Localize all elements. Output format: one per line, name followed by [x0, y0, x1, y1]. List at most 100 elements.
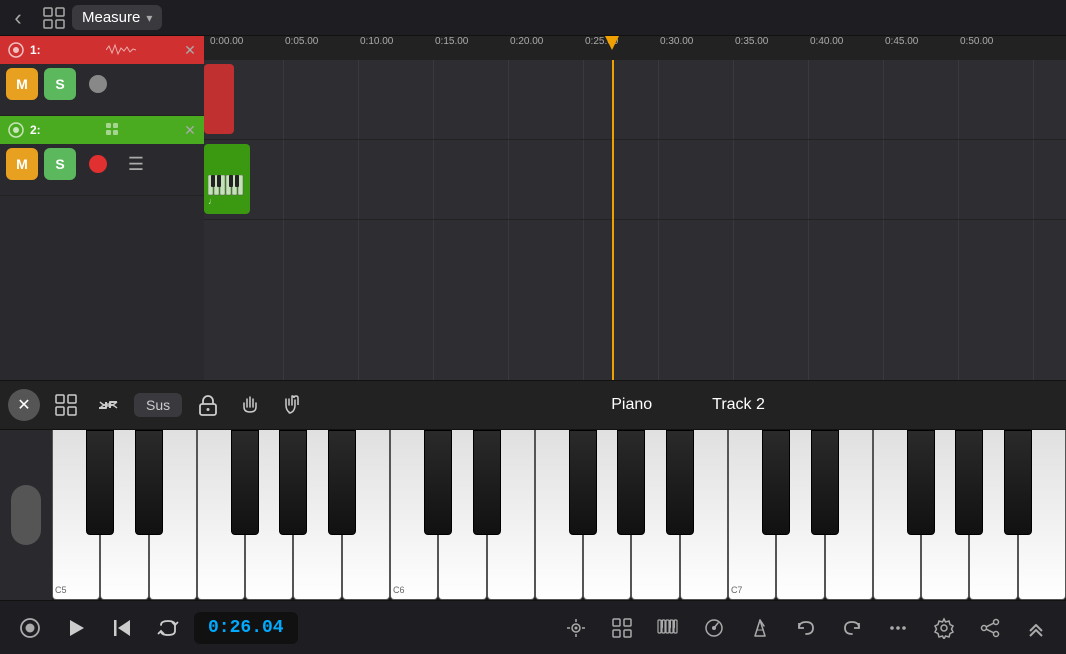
black-key[interactable]: [424, 430, 452, 535]
piano-area: C5C6C7: [0, 430, 1066, 600]
minimize-icon: [1025, 617, 1047, 639]
timeline-area[interactable]: 0:00.00 0:05.00 0:10.00 0:15.00 0:20.00 …: [204, 36, 1066, 380]
track1-segment[interactable]: [204, 64, 234, 134]
rewind-button[interactable]: [102, 608, 142, 648]
track2-solo-button[interactable]: S: [44, 148, 76, 180]
back-button[interactable]: ‹: [0, 0, 36, 36]
track2-close-button[interactable]: ✕: [182, 122, 198, 138]
share-button[interactable]: [970, 608, 1010, 648]
track1-waveform: [106, 43, 136, 57]
track1-record-button[interactable]: [82, 68, 114, 100]
grid-view-button[interactable]: [602, 608, 642, 648]
redo-button[interactable]: [832, 608, 872, 648]
piano-label: Piano: [611, 396, 652, 414]
settings-icon: [933, 617, 955, 639]
controller-close-button[interactable]: ✕: [8, 389, 40, 421]
key-label: C6: [393, 585, 405, 595]
controller-piano-grid-button[interactable]: [50, 389, 82, 421]
rewind-icon: [111, 617, 133, 639]
point-icon: [281, 394, 303, 416]
track-empty-area: [0, 196, 204, 380]
playhead[interactable]: [612, 60, 614, 380]
track1-record-dot: [89, 75, 107, 93]
time-display: 0:26.04: [194, 612, 298, 644]
track2-name: 2:: [30, 123, 98, 137]
record-icon: [19, 617, 41, 639]
timeline-track2-row: ♩: [204, 140, 1066, 220]
black-key[interactable]: [617, 430, 645, 535]
timeline-empty-area: [204, 220, 1066, 380]
loop-icon: [157, 617, 179, 639]
tuner-button[interactable]: [694, 608, 734, 648]
black-key[interactable]: [328, 430, 356, 535]
title-label: Measure: [82, 9, 140, 26]
black-key[interactable]: [86, 430, 114, 535]
track2-record-button[interactable]: [82, 148, 114, 180]
track2-list-button[interactable]: ☰: [120, 148, 152, 180]
grid-icon: [43, 7, 65, 29]
svg-text:♩: ♩: [208, 196, 217, 205]
ruler-mark-4: 0:20.00: [508, 36, 543, 47]
black-key[interactable]: [231, 430, 259, 535]
black-key[interactable]: [955, 430, 983, 535]
undo-button[interactable]: [786, 608, 826, 648]
controller-swap-button[interactable]: [92, 389, 124, 421]
black-key[interactable]: [1004, 430, 1032, 535]
ruler-mark-2: 0:10.00: [358, 36, 393, 47]
playhead-ruler-marker: [612, 36, 626, 50]
piano-keys[interactable]: C5C6C7: [52, 430, 1066, 600]
instrument-button[interactable]: [556, 608, 596, 648]
piano-view-button[interactable]: [648, 608, 688, 648]
track1-solo-button[interactable]: S: [44, 68, 76, 100]
track2-grid-icon: [106, 123, 120, 137]
play-button[interactable]: [56, 608, 96, 648]
hand-button[interactable]: [234, 389, 266, 421]
main-area: 1: ✕ M S: [0, 36, 1066, 380]
timeline-ruler: 0:00.00 0:05.00 0:10.00 0:15.00 0:20.00 …: [204, 36, 1066, 60]
key-label: C5: [55, 585, 67, 595]
track-row-1: 1: ✕ M S: [0, 36, 204, 116]
track2-segment[interactable]: ♩: [204, 144, 250, 214]
header: ‹ Measure ▾: [0, 0, 1066, 36]
ruler-mark-9: 0:45.00: [883, 36, 918, 47]
back-icon: ‹: [14, 5, 21, 31]
lock-button[interactable]: [192, 389, 224, 421]
track1-mute-button[interactable]: M: [6, 68, 38, 100]
ruler-mark-6: 0:30.00: [658, 36, 693, 47]
black-key[interactable]: [569, 430, 597, 535]
sus-label[interactable]: Sus: [134, 393, 182, 417]
tuner-icon: [703, 617, 725, 639]
undo-icon: [795, 617, 817, 639]
grid-view-icon: [611, 617, 633, 639]
black-key[interactable]: [279, 430, 307, 535]
close-icon: ✕: [17, 395, 30, 415]
grid-button[interactable]: [36, 0, 72, 36]
piano-scroll-handle[interactable]: [0, 430, 52, 600]
track2-header: 2: ✕: [0, 116, 204, 144]
metronome-button[interactable]: [740, 608, 780, 648]
settings-button[interactable]: [924, 608, 964, 648]
controller-bar: ✕ Sus: [0, 380, 1066, 430]
black-key[interactable]: [135, 430, 163, 535]
piano-view-icon: [657, 617, 679, 639]
loop-button[interactable]: [148, 608, 188, 648]
more-button[interactable]: [878, 608, 918, 648]
ruler-mark-8: 0:40.00: [808, 36, 843, 47]
track2-mute-button[interactable]: M: [6, 148, 38, 180]
black-key[interactable]: [473, 430, 501, 535]
controller-center: Piano Track 2: [318, 396, 1058, 414]
minimize-button[interactable]: [1016, 608, 1056, 648]
point-button[interactable]: [276, 389, 308, 421]
scroll-pill: [11, 485, 41, 545]
piano-segment-icon: ♩: [208, 175, 244, 210]
black-key[interactable]: [907, 430, 935, 535]
ruler-mark-10: 0:50.00: [958, 36, 993, 47]
black-key[interactable]: [811, 430, 839, 535]
record-button[interactable]: [10, 608, 50, 648]
black-key[interactable]: [666, 430, 694, 535]
track-list: 1: ✕ M S: [0, 36, 204, 380]
swap-icon: [97, 394, 119, 416]
track1-close-button[interactable]: ✕: [182, 42, 198, 58]
black-key[interactable]: [762, 430, 790, 535]
title-dropdown[interactable]: Measure ▾: [72, 5, 162, 30]
